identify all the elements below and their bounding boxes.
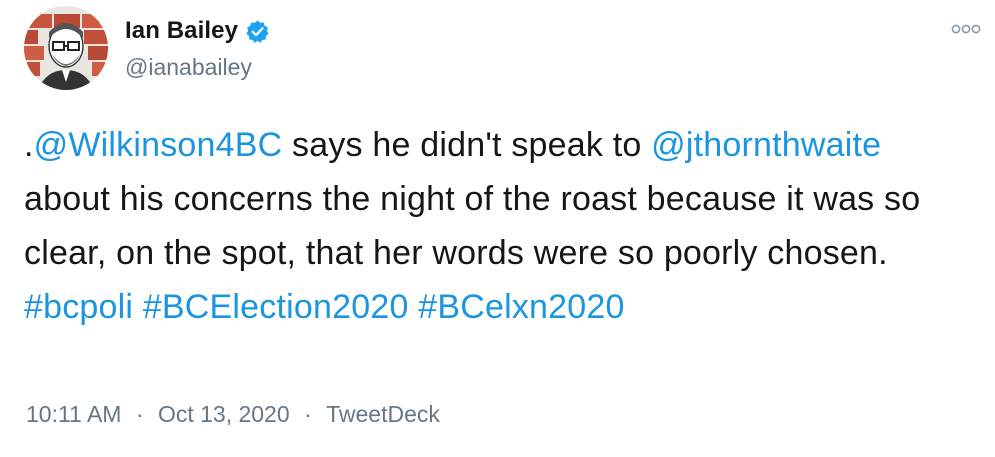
tweet-time[interactable]: 10:11 AM (26, 401, 121, 428)
hashtag-link[interactable]: #bcpoli (24, 288, 133, 326)
tweet-date[interactable]: Oct 13, 2020 (158, 401, 290, 428)
meta-separator: · (135, 401, 144, 427)
tweet-text-segment (133, 288, 143, 326)
tweet-card: Ian Bailey @ianabailey .@Wilkinson4BC sa… (0, 0, 995, 457)
tweet-source[interactable]: TweetDeck (326, 401, 440, 428)
avatar-image (24, 6, 108, 90)
tweet-text-segment: says he didn't speak to (282, 126, 652, 164)
display-name[interactable]: Ian Bailey (125, 17, 238, 45)
tweet-meta: 10:11 AM · Oct 13, 2020 · TweetDeck (26, 401, 440, 428)
more-options-icon[interactable] (951, 22, 981, 34)
mention-link[interactable]: @jthornthwaite (651, 126, 881, 164)
verified-badge-icon (245, 19, 270, 44)
mention-link[interactable]: @Wilkinson4BC (34, 126, 283, 164)
name-row: Ian Bailey (125, 14, 270, 48)
handle[interactable]: @ianabailey (125, 54, 270, 81)
meta-separator: · (304, 401, 312, 427)
hashtag-link[interactable]: #BCElection2020 (143, 288, 409, 326)
tweet-text-segment (409, 288, 419, 326)
tweet-text-segment: about his concerns the night of the roas… (24, 180, 921, 272)
tweet-text: .@Wilkinson4BC says he didn't speak to @… (24, 118, 964, 334)
hashtag-link[interactable]: #BCelxn2020 (418, 288, 624, 326)
author-block: Ian Bailey @ianabailey (125, 14, 270, 81)
tweet-text-segment: . (24, 126, 34, 164)
avatar[interactable] (24, 6, 108, 90)
